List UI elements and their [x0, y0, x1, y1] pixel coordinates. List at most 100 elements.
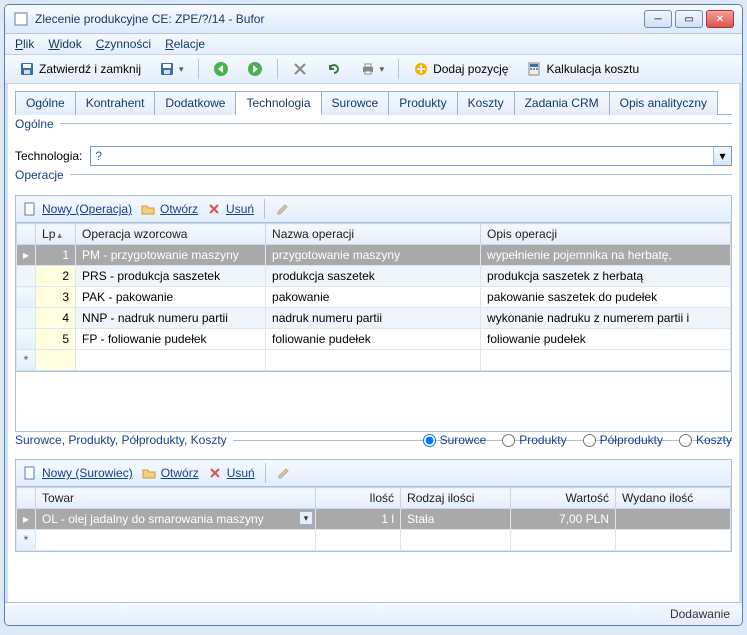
- table-row[interactable]: ▸ OL - olej jadalny do smarowania maszyn…: [17, 509, 731, 530]
- col-ilosc[interactable]: Ilość: [316, 488, 401, 509]
- legend-operacje: Operacje: [15, 168, 70, 182]
- window-title: Zlecenie produkcyjne CE: ZPE/?/14 - Bufo…: [13, 11, 264, 27]
- main-toolbar: Zatwierdź i zamknij ▾: [5, 55, 742, 84]
- back-icon: [213, 61, 229, 77]
- tab-ogolne[interactable]: Ogólne: [15, 91, 76, 115]
- delete-resource-button[interactable]: Usuń: [207, 465, 255, 481]
- cell-desc: foliowanie pudełek: [481, 329, 731, 350]
- technology-input[interactable]: [91, 147, 713, 165]
- tab-dodatkowe[interactable]: Dodatkowe: [154, 91, 236, 115]
- legend-ogolne: Ogólne: [15, 117, 60, 131]
- col-desc[interactable]: Opis operacji: [481, 224, 731, 245]
- new-operation-button[interactable]: Nowy (Operacja): [22, 201, 132, 217]
- cell-towar: OL - olej jadalny do smarowania maszyny▾: [36, 509, 316, 530]
- delete-operation-button[interactable]: Usuń: [206, 201, 254, 217]
- operations-header: Lp▴ Operacja wzorcowa Nazwa operacji Opi…: [17, 224, 731, 245]
- new-resource-button[interactable]: Nowy (Surowiec): [22, 465, 133, 481]
- refresh-button[interactable]: [320, 59, 348, 79]
- new-row[interactable]: *: [17, 350, 731, 371]
- dropdown-icon[interactable]: ▾: [713, 147, 731, 165]
- open-operation-label: Otwórz: [160, 202, 198, 216]
- row-header-col: [17, 488, 36, 509]
- row-indicator: *: [17, 530, 36, 551]
- radio-koszty[interactable]: Koszty: [679, 433, 732, 447]
- col-lp[interactable]: Lp▴: [36, 224, 76, 245]
- disk-icon: [19, 61, 35, 77]
- tab-produkty[interactable]: Produkty: [388, 91, 457, 115]
- menu-actions[interactable]: Czynności: [96, 37, 151, 51]
- refresh-icon: [326, 61, 342, 77]
- section-operacje: Operacje Nowy (Operacja) Otwórz Usuń: [15, 174, 732, 432]
- print-button[interactable]: ▾: [354, 59, 391, 79]
- radio-produkty[interactable]: Produkty: [502, 433, 566, 447]
- cell-lp: 4: [36, 308, 76, 329]
- col-name[interactable]: Nazwa operacji: [266, 224, 481, 245]
- open-icon: [141, 465, 157, 481]
- add-item-button[interactable]: Dodaj pozycję: [407, 59, 514, 79]
- tab-zadania-crm[interactable]: Zadania CRM: [514, 91, 610, 115]
- table-row[interactable]: 3 PAK - pakowanie pakowanie pakowanie sa…: [17, 287, 731, 308]
- titlebar: Zlecenie produkcyjne CE: ZPE/?/14 - Bufo…: [5, 5, 742, 34]
- add-item-label: Dodaj pozycję: [433, 62, 508, 76]
- tab-opis-analityczny[interactable]: Opis analityczny: [609, 91, 718, 115]
- menu-relations[interactable]: Relacje: [165, 37, 205, 51]
- cell-rodzaj: Stała: [401, 509, 511, 530]
- close-button[interactable]: ✕: [706, 10, 734, 28]
- edit-icon[interactable]: [275, 201, 291, 217]
- content-area: Ogólne Kontrahent Dodatkowe Technologia …: [5, 84, 742, 602]
- separator: [198, 59, 199, 79]
- col-wartosc[interactable]: Wartość: [511, 488, 616, 509]
- col-rodzaj[interactable]: Rodzaj ilości: [401, 488, 511, 509]
- window: Zlecenie produkcyjne CE: ZPE/?/14 - Bufo…: [4, 4, 743, 626]
- cell-lp: 1: [36, 245, 76, 266]
- table-row[interactable]: 5 FP - foliowanie pudełek foliowanie pud…: [17, 329, 731, 350]
- forward-button[interactable]: [241, 59, 269, 79]
- dropdown-icon[interactable]: ▾: [299, 511, 313, 525]
- table-row[interactable]: ▸ 1 PM - przygotowanie maszyny przygotow…: [17, 245, 731, 266]
- legend-resources: Surowce, Produkty, Półprodukty, Koszty: [15, 433, 233, 447]
- disk-icon: [159, 61, 175, 77]
- technology-label: Technologia:: [15, 149, 82, 163]
- row-indicator: [17, 308, 36, 329]
- menu-view[interactable]: Widok: [48, 37, 81, 51]
- new-row[interactable]: *: [17, 530, 731, 551]
- table-row[interactable]: 2 PRS - produkcja saszetek produkcja sas…: [17, 266, 731, 287]
- maximize-button[interactable]: ▭: [675, 10, 703, 28]
- cell-template: PAK - pakowanie: [76, 287, 266, 308]
- delete-resource-label: Usuń: [227, 466, 255, 480]
- tab-technologia[interactable]: Technologia: [235, 91, 321, 115]
- tab-koszty[interactable]: Koszty: [457, 91, 515, 115]
- menu-file[interactable]: Plik: [15, 37, 34, 51]
- open-operation-button[interactable]: Otwórz: [140, 201, 198, 217]
- cost-calc-button[interactable]: Kalkulacja kosztu: [520, 59, 645, 79]
- col-wydano[interactable]: Wydano ilość: [616, 488, 731, 509]
- tools-button[interactable]: [286, 59, 314, 79]
- edit-icon[interactable]: [276, 465, 292, 481]
- table-row[interactable]: 4 NNP - nadruk numeru partii nadruk nume…: [17, 308, 731, 329]
- back-button[interactable]: [207, 59, 235, 79]
- section-ogolne: Ogólne Technologia: ▾: [15, 123, 732, 166]
- col-template[interactable]: Operacja wzorcowa: [76, 224, 266, 245]
- separator: [277, 59, 278, 79]
- minimize-button[interactable]: ─: [644, 10, 672, 28]
- row-indicator: [17, 266, 36, 287]
- technology-combo[interactable]: ▾: [90, 146, 732, 166]
- cell-desc: wykonanie nadruku z numerem partii i: [481, 308, 731, 329]
- open-resource-button[interactable]: Otwórz: [141, 465, 199, 481]
- col-towar[interactable]: Towar: [36, 488, 316, 509]
- cell-template: FP - foliowanie pudełek: [76, 329, 266, 350]
- radio-polprodukty[interactable]: Półprodukty: [583, 433, 663, 447]
- radio-surowce[interactable]: Surowce: [423, 433, 487, 447]
- status-text: Dodawanie: [670, 607, 730, 621]
- cell-lp: 5: [36, 329, 76, 350]
- cell-name: przygotowanie maszyny: [266, 245, 481, 266]
- open-resource-label: Otwórz: [161, 466, 199, 480]
- save-button[interactable]: ▾: [153, 59, 190, 79]
- tab-kontrahent[interactable]: Kontrahent: [75, 91, 156, 115]
- chevron-down-icon: ▾: [179, 64, 184, 75]
- statusbar: Dodawanie: [5, 602, 742, 625]
- tab-surowce[interactable]: Surowce: [321, 91, 390, 115]
- cell-template: NNP - nadruk numeru partii: [76, 308, 266, 329]
- approve-close-button[interactable]: Zatwierdź i zamknij: [13, 59, 147, 79]
- cost-calc-label: Kalkulacja kosztu: [546, 62, 639, 76]
